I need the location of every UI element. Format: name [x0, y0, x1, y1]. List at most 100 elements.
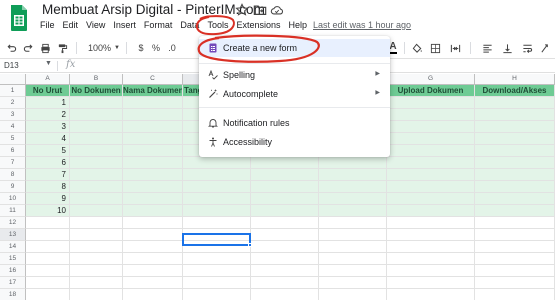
- grid-cell[interactable]: [183, 217, 251, 229]
- grid-cell[interactable]: [475, 289, 555, 300]
- grid-cell[interactable]: [387, 205, 475, 217]
- last-edit-link[interactable]: Last edit was 1 hour ago: [313, 20, 411, 30]
- selected-cell-d13[interactable]: [182, 233, 251, 246]
- row-header[interactable]: 11: [0, 205, 26, 217]
- grid-cell[interactable]: [123, 121, 183, 133]
- grid-cell[interactable]: [123, 241, 183, 253]
- menu-item-accessibility[interactable]: Accessibility: [199, 133, 390, 151]
- grid-cell[interactable]: [70, 181, 123, 193]
- column-header-g[interactable]: G: [387, 74, 475, 85]
- row-header[interactable]: 10: [0, 193, 26, 205]
- grid-cell[interactable]: [475, 229, 555, 241]
- grid-cell[interactable]: [319, 265, 387, 277]
- grid-cell[interactable]: [475, 169, 555, 181]
- grid-cell[interactable]: [387, 193, 475, 205]
- grid-cell[interactable]: [70, 121, 123, 133]
- row-header[interactable]: 12: [0, 217, 26, 229]
- grid-cell[interactable]: [251, 169, 319, 181]
- horizontal-align-icon[interactable]: [478, 38, 496, 58]
- grid-cell[interactable]: [26, 253, 70, 265]
- row-header[interactable]: 1: [0, 85, 26, 97]
- grid-cell[interactable]: [70, 133, 123, 145]
- grid-cell[interactable]: [475, 253, 555, 265]
- grid-cell[interactable]: [251, 217, 319, 229]
- grid-cell[interactable]: [475, 133, 555, 145]
- menu-extensions[interactable]: Extensions: [236, 20, 280, 30]
- select-all-corner[interactable]: [0, 74, 26, 85]
- menu-item-spelling[interactable]: Spelling ▶: [199, 66, 390, 84]
- grid-cell[interactable]: [123, 253, 183, 265]
- grid-cell[interactable]: [70, 265, 123, 277]
- grid-cell[interactable]: [26, 265, 70, 277]
- menu-file[interactable]: File: [40, 20, 55, 30]
- grid-cell[interactable]: [387, 265, 475, 277]
- grid-cell[interactable]: [387, 229, 475, 241]
- column-header-a[interactable]: A: [26, 74, 70, 85]
- grid-cell[interactable]: [475, 205, 555, 217]
- text-rotation-icon[interactable]: [538, 38, 552, 58]
- grid-cell[interactable]: [70, 97, 123, 109]
- grid-cell[interactable]: [319, 229, 387, 241]
- grid-cell[interactable]: [387, 133, 475, 145]
- grid-cell[interactable]: [387, 277, 475, 289]
- grid-cell[interactable]: 2: [26, 109, 70, 121]
- row-header[interactable]: 18: [0, 289, 26, 300]
- paint-format-icon[interactable]: [55, 38, 69, 58]
- grid-cell[interactable]: [387, 217, 475, 229]
- grid-cell[interactable]: [319, 241, 387, 253]
- grid-cell[interactable]: [183, 205, 251, 217]
- grid-cell[interactable]: [251, 229, 319, 241]
- grid-cell[interactable]: [251, 157, 319, 169]
- grid-cell[interactable]: [70, 193, 123, 205]
- row-header[interactable]: 16: [0, 265, 26, 277]
- grid-cell[interactable]: [183, 265, 251, 277]
- menu-insert[interactable]: Insert: [113, 20, 136, 30]
- grid-cell[interactable]: [475, 97, 555, 109]
- vertical-align-icon[interactable]: [498, 38, 516, 58]
- grid-cell[interactable]: [183, 181, 251, 193]
- grid-cell[interactable]: 5: [26, 145, 70, 157]
- borders-icon[interactable]: [428, 38, 442, 58]
- column-header-b[interactable]: B: [70, 74, 123, 85]
- grid-cell[interactable]: [70, 289, 123, 300]
- grid-cell[interactable]: 4: [26, 133, 70, 145]
- grid-cell[interactable]: [251, 289, 319, 300]
- grid-cell[interactable]: [251, 181, 319, 193]
- grid-cell[interactable]: [475, 145, 555, 157]
- grid-cell[interactable]: [475, 181, 555, 193]
- grid-cell[interactable]: [319, 157, 387, 169]
- row-header[interactable]: 2: [0, 97, 26, 109]
- grid-cell[interactable]: [26, 289, 70, 300]
- grid-cell[interactable]: [26, 277, 70, 289]
- text-wrap-icon[interactable]: [518, 38, 536, 58]
- row-header[interactable]: 15: [0, 253, 26, 265]
- header-no-urut[interactable]: No Urut: [26, 85, 70, 97]
- header-no-dokumen[interactable]: No Dokumen: [70, 85, 123, 97]
- grid-cell[interactable]: [26, 241, 70, 253]
- header-download-akses[interactable]: Download/Akses: [475, 85, 555, 97]
- fill-color-icon[interactable]: [410, 38, 424, 58]
- row-header[interactable]: 3: [0, 109, 26, 121]
- column-header-h[interactable]: H: [475, 74, 555, 85]
- redo-icon[interactable]: [21, 38, 35, 58]
- grid-cell[interactable]: [319, 169, 387, 181]
- menu-view[interactable]: View: [86, 20, 105, 30]
- grid-cell[interactable]: [123, 289, 183, 300]
- grid-cell[interactable]: [319, 253, 387, 265]
- print-icon[interactable]: [38, 38, 52, 58]
- grid-cell[interactable]: [319, 217, 387, 229]
- grid-cell[interactable]: [387, 253, 475, 265]
- grid-cell[interactable]: [251, 205, 319, 217]
- grid-cell[interactable]: [123, 205, 183, 217]
- grid-cell[interactable]: [123, 133, 183, 145]
- name-box[interactable]: D13: [4, 61, 19, 70]
- percent-format-button[interactable]: %: [150, 38, 162, 58]
- grid-cell[interactable]: [123, 145, 183, 157]
- grid-cell[interactable]: [123, 97, 183, 109]
- header-upload-dokumen[interactable]: Upload Dokumen: [387, 85, 475, 97]
- grid-cell[interactable]: [183, 253, 251, 265]
- grid-cell[interactable]: [251, 241, 319, 253]
- grid-cell[interactable]: [387, 145, 475, 157]
- row-header[interactable]: 4: [0, 121, 26, 133]
- grid-cell[interactable]: [183, 193, 251, 205]
